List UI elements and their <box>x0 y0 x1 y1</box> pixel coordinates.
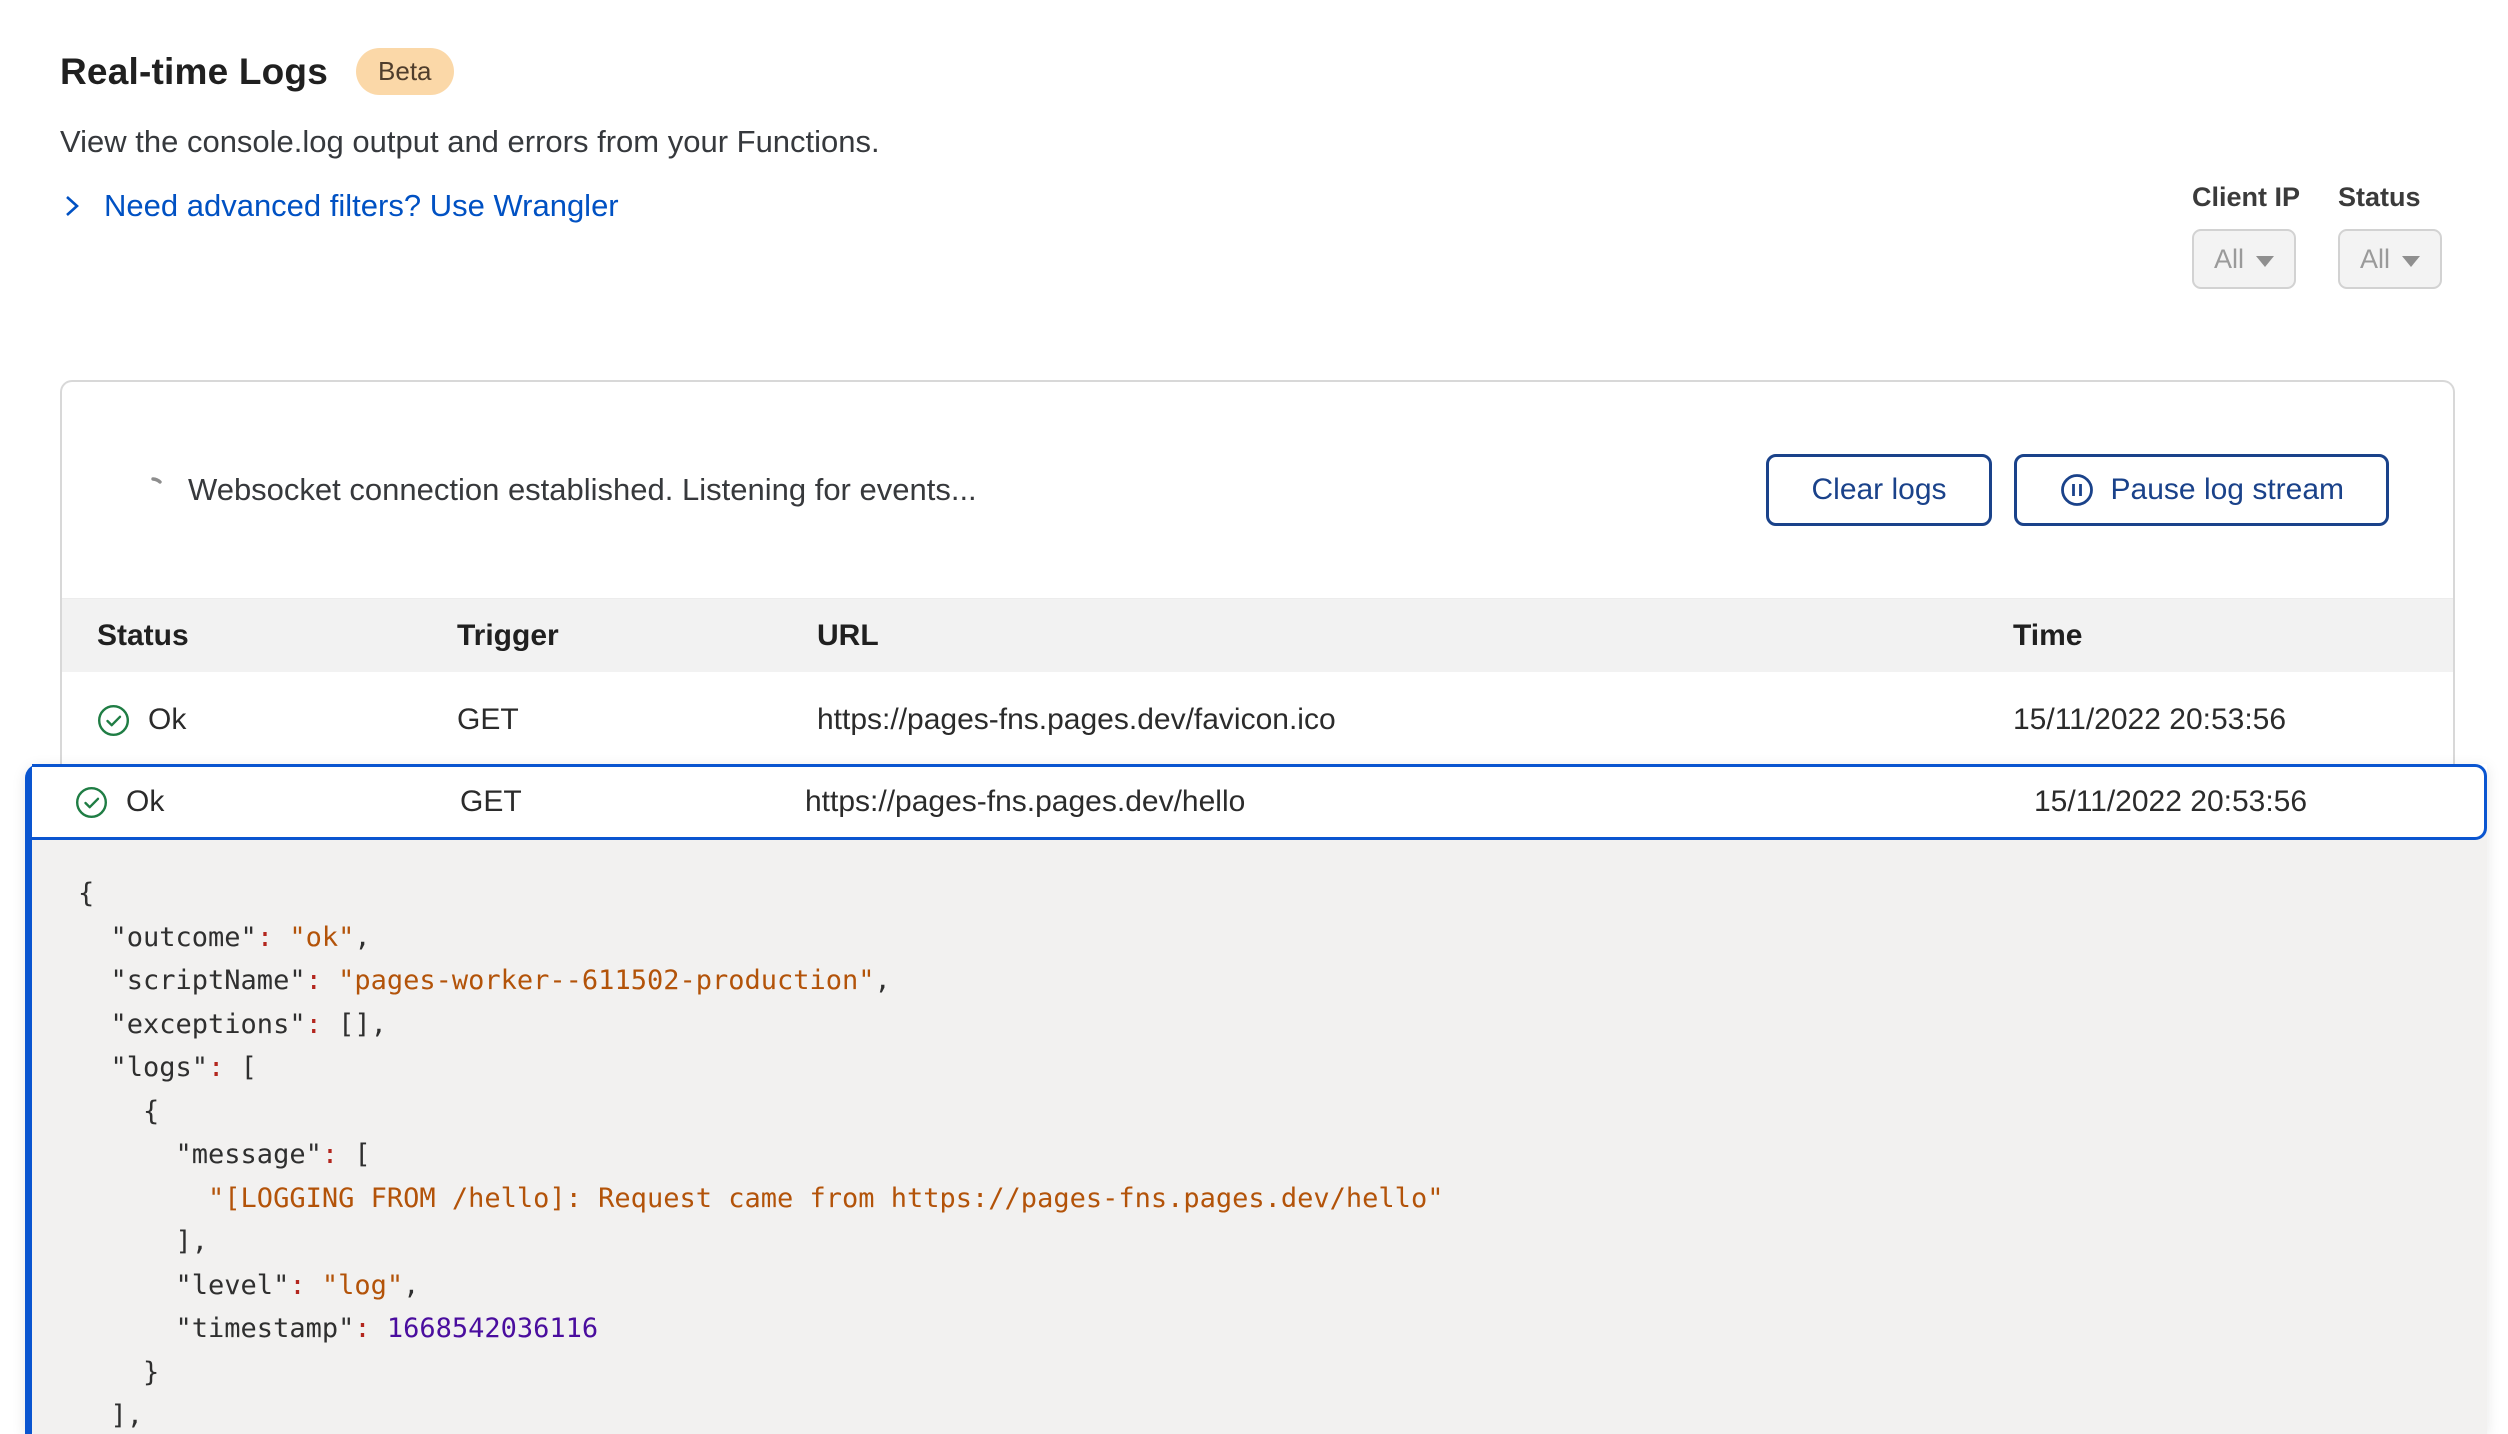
trigger-value: GET <box>460 785 805 819</box>
table-header-row: Status Trigger URL Time <box>62 598 2453 672</box>
time-value: 15/11/2022 20:53:56 <box>2013 703 2453 737</box>
status-cell: Ok <box>62 703 457 737</box>
column-header-time: Time <box>2013 619 2453 653</box>
websocket-status: Websocket connection established. Listen… <box>140 472 977 508</box>
clear-logs-label: Clear logs <box>1811 473 1946 507</box>
url-value: https://pages-fns.pages.dev/hello <box>805 785 2034 819</box>
status-value: Ok <box>126 785 164 819</box>
status-filter-group: Status All <box>2338 182 2442 289</box>
client-ip-label: Client IP <box>2192 182 2300 213</box>
column-header-status: Status <box>62 619 457 653</box>
pause-log-stream-button[interactable]: Pause log stream <box>2014 454 2389 526</box>
log-toolbar: Websocket connection established. Listen… <box>62 382 2453 598</box>
chevron-right-icon <box>58 191 86 221</box>
success-check-icon <box>97 704 130 737</box>
pause-log-stream-label: Pause log stream <box>2111 473 2344 507</box>
log-json-code: { "outcome": "ok", "scriptName": "pages-… <box>78 872 2467 1434</box>
table-row[interactable]: Ok GET https://pages-fns.pages.dev/favic… <box>62 672 2453 768</box>
page-header: Real-time Logs Beta <box>60 48 454 95</box>
column-header-trigger: Trigger <box>457 619 817 653</box>
websocket-status-text: Websocket connection established. Listen… <box>188 472 977 508</box>
trigger-value: GET <box>457 703 817 737</box>
pause-icon <box>2059 472 2095 508</box>
client-ip-filter-group: Client IP All <box>2192 182 2300 289</box>
spinner-icon <box>140 477 166 503</box>
log-panel: Websocket connection established. Listen… <box>60 380 2455 766</box>
status-select[interactable]: All <box>2338 229 2442 289</box>
status-filter-label: Status <box>2338 182 2421 213</box>
page-subtitle: View the console.log output and errors f… <box>60 124 880 160</box>
beta-badge: Beta <box>356 48 454 95</box>
column-header-url: URL <box>817 619 2013 653</box>
page-title: Real-time Logs <box>60 51 328 93</box>
log-detail-body: { "outcome": "ok", "scriptName": "pages-… <box>32 828 2487 1434</box>
expanded-log-row[interactable]: Ok GET https://pages-fns.pages.dev/hello… <box>32 764 2487 840</box>
client-ip-select[interactable]: All <box>2192 229 2296 289</box>
status-filter-value: All <box>2360 244 2390 275</box>
wrangler-link[interactable]: Need advanced filters? Use Wrangler <box>58 188 619 224</box>
url-value: https://pages-fns.pages.dev/favicon.ico <box>817 703 2013 737</box>
success-check-icon <box>75 786 108 819</box>
clear-logs-button[interactable]: Clear logs <box>1766 454 1991 526</box>
client-ip-value: All <box>2214 244 2244 275</box>
status-value: Ok <box>148 703 186 737</box>
time-value: 15/11/2022 20:53:56 <box>2034 785 2484 819</box>
expanded-log-entry: Ok GET https://pages-fns.pages.dev/hello… <box>25 764 2487 1434</box>
status-cell: Ok <box>32 785 460 819</box>
caret-down-icon <box>2402 256 2420 267</box>
wrangler-link-label: Need advanced filters? Use Wrangler <box>104 188 619 224</box>
filters: Client IP All Status All <box>2192 182 2442 289</box>
caret-down-icon <box>2256 256 2274 267</box>
